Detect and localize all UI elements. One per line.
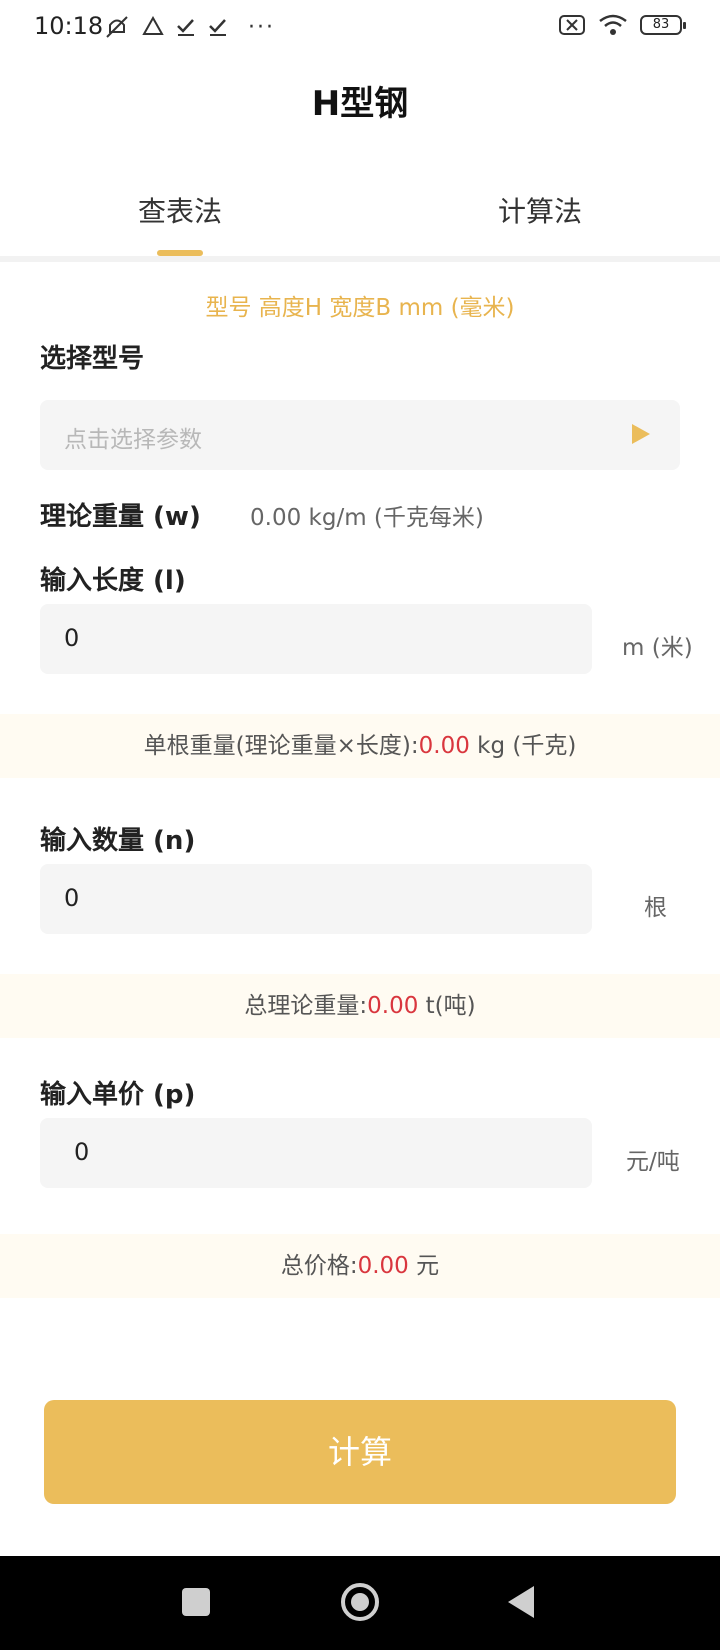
recent-apps-icon[interactable] [182, 1588, 210, 1616]
quantity-unit: 根 [644, 895, 667, 921]
check-icon [209, 19, 226, 36]
tab-calculation[interactable]: 计算法 [440, 190, 640, 230]
notification-icons: ··· [104, 14, 275, 40]
mute-icon [106, 16, 128, 38]
battery-icon: 83 [640, 15, 686, 35]
price-unit: 元/吨 [626, 1149, 680, 1175]
total-weight-result: 总理论重量:0.00 t(吨) [0, 974, 720, 1038]
price-input-value: 0 [74, 1138, 90, 1166]
length-input-value: 0 [64, 624, 80, 652]
total-price-value: 0.00 [357, 1253, 409, 1279]
system-icons: 83 [558, 14, 686, 36]
length-label: 输入长度 (l) [40, 566, 186, 596]
total-price-prefix: 总价格: [280, 1253, 358, 1279]
price-label: 输入单价 (p) [40, 1080, 196, 1110]
page-title: H型钢 [311, 84, 409, 124]
model-label: 选择型号 [40, 344, 145, 374]
length-unit: m (米) [622, 635, 693, 661]
home-icon[interactable] [341, 1583, 379, 1621]
quantity-input[interactable]: 0 [40, 864, 592, 934]
wifi-icon [599, 14, 627, 35]
price-input[interactable]: 0 [40, 1118, 592, 1188]
weight-value: 0.00 kg/m (千克每米) [250, 505, 484, 531]
model-select-placeholder: 点击选择参数 [64, 427, 202, 453]
single-weight-suffix: kg (千克) [469, 733, 577, 759]
total-price-suffix: 元 [408, 1253, 440, 1279]
total-weight-value: 0.00 [367, 993, 419, 1019]
single-weight-value: 0.00 [418, 733, 470, 759]
total-weight-prefix: 总理论重量: [244, 993, 368, 1019]
no-sim-icon [559, 15, 585, 35]
quantity-label: 输入数量 (n) [40, 826, 196, 856]
quantity-input-value: 0 [64, 884, 80, 912]
single-weight-prefix: 单根重量(理论重量×长度): [143, 733, 419, 759]
dimension-hint: 型号 高度H 宽度B mm (毫米) [205, 295, 515, 321]
status-bar: 10:18 ··· 83 [0, 0, 720, 56]
weight-label: 理论重量 (w) [40, 502, 201, 532]
length-input[interactable]: 0 [40, 604, 592, 674]
check-icon [177, 19, 194, 36]
back-icon[interactable] [508, 1586, 534, 1618]
single-weight-result: 单根重量(理论重量×长度):0.00 kg (千克) [0, 714, 720, 778]
system-nav-bar [0, 1556, 720, 1650]
battery-level: 83 [652, 17, 670, 32]
status-time: 10:18 [34, 12, 104, 40]
calculate-button[interactable]: 计算 [44, 1400, 676, 1504]
play-arrow-icon [632, 424, 650, 444]
total-price-result: 总价格:0.00 元 [0, 1234, 720, 1298]
tab-bar: 查表法 计算法 [0, 174, 720, 256]
tab-lookup-table[interactable]: 查表法 [80, 190, 280, 230]
more-dots-icon: ··· [248, 14, 275, 40]
drive-icon [142, 16, 164, 35]
tab-divider [0, 256, 720, 262]
model-select[interactable]: 点击选择参数 [40, 400, 680, 470]
total-weight-suffix: t(吨) [418, 993, 476, 1019]
